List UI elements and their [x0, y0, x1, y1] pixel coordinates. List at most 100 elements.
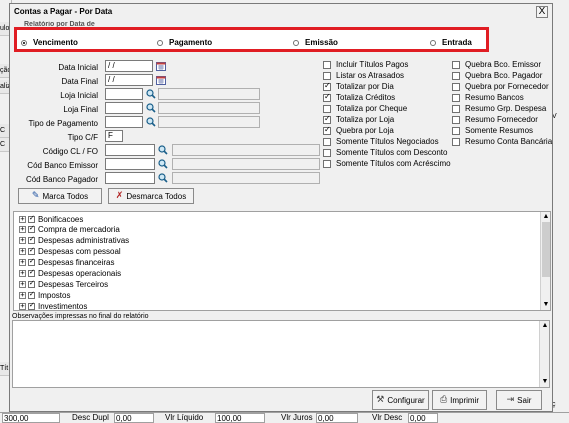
check-somente-com-acrescimo[interactable]: Somente Títulos com Acréscimo: [323, 159, 451, 168]
check-totaliza-por-loja[interactable]: Totaliza por Loja: [323, 114, 394, 124]
checkbox-checked-icon[interactable]: [28, 235, 35, 244]
search-icon[interactable]: [146, 103, 156, 113]
expand-icon[interactable]: +: [19, 302, 26, 310]
radio-label: Emissão: [305, 38, 338, 47]
radio-emissao[interactable]: Emissão: [293, 38, 338, 47]
search-icon[interactable]: [158, 159, 168, 169]
configurar-button[interactable]: ⚒ Configurar: [372, 390, 429, 410]
checkbox-label: Resumo Fornecedor: [465, 115, 538, 124]
scroll-down-icon[interactable]: ▼: [541, 378, 549, 386]
tree-item[interactable]: + Compra de mercadoria: [19, 224, 120, 234]
marca-todos-button[interactable]: ✎ Marca Todos: [18, 188, 102, 204]
search-icon[interactable]: [146, 117, 156, 127]
checkbox-checked-icon[interactable]: [28, 246, 35, 255]
check-totalizar-por-dia[interactable]: Totalizar por Dia: [323, 81, 394, 91]
expand-icon[interactable]: +: [19, 225, 26, 233]
expand-icon[interactable]: +: [19, 280, 26, 288]
close-button[interactable]: X: [536, 6, 548, 18]
tree-item-label: Despesas operacionais: [38, 268, 122, 278]
search-icon[interactable]: [158, 145, 168, 155]
check-somente-negociados[interactable]: Somente Títulos Negociados: [323, 137, 439, 146]
tree-item[interactable]: + Bonificacoes: [19, 214, 83, 224]
tree-item-label: Bonificacoes: [38, 214, 84, 224]
check-pen-icon: ✎: [31, 191, 40, 201]
check-quebra-por-loja[interactable]: Quebra por Loja: [323, 125, 394, 135]
checkbox-checked-icon[interactable]: [28, 224, 35, 233]
data-inicial-field[interactable]: / /: [105, 60, 153, 72]
checkbox-checked-icon[interactable]: [28, 214, 35, 223]
checkbox-checked-icon[interactable]: [28, 301, 35, 310]
loja-inicial-field[interactable]: [105, 88, 143, 100]
search-icon[interactable]: [146, 89, 156, 99]
observations-textarea[interactable]: ▲ ▼: [12, 320, 550, 388]
checkbox-label: Quebra por Loja: [336, 126, 394, 135]
check-listar-atrasados[interactable]: Listar os Atrasados: [323, 71, 404, 80]
tree-item[interactable]: + Despesas com pessoal: [19, 246, 121, 256]
codigo-cl-fo-label: Código CL / FO: [42, 147, 98, 156]
calendar-icon[interactable]: [156, 61, 166, 71]
checkbox-checked-icon: [323, 81, 331, 91]
checkbox-checked-icon[interactable]: [28, 268, 35, 277]
search-icon[interactable]: [158, 173, 168, 183]
imprimir-button[interactable]: ⎙ Imprimir: [432, 390, 487, 410]
tree-item[interactable]: + Impostos: [19, 290, 70, 300]
check-resumo-grp-despesa[interactable]: Resumo Grp. Despesa: [452, 104, 546, 113]
tree-scrollbar[interactable]: ▲ ▼: [540, 212, 550, 310]
tree-item[interactable]: + Investimentos: [19, 301, 87, 310]
cod-banco-pagador-field[interactable]: [105, 172, 155, 184]
check-totaliza-creditos[interactable]: Totaliza Créditos: [323, 92, 395, 102]
vlr-juros-value: 0,00: [316, 413, 358, 423]
scroll-up-icon[interactable]: ▲: [542, 213, 550, 221]
expand-icon[interactable]: +: [19, 291, 26, 299]
sair-button[interactable]: ⇥ Sair: [496, 390, 542, 410]
loja-final-field[interactable]: [105, 102, 143, 114]
scroll-down-icon[interactable]: ▼: [542, 301, 550, 309]
button-label: Sair: [517, 395, 532, 405]
tree-item[interactable]: + Despesas Terceiros: [19, 279, 108, 289]
printer-icon: ⎙: [439, 395, 448, 405]
expand-icon[interactable]: +: [19, 247, 26, 255]
check-somente-resumos[interactable]: Somente Resumos: [452, 126, 533, 135]
bg-right-stub: ç: [552, 401, 556, 408]
check-quebra-por-fornecedor[interactable]: Quebra por Fornecedor: [452, 82, 549, 91]
check-incluir-titulos-pagos[interactable]: Incluir Títulos Pagos: [323, 60, 408, 69]
tree-item[interactable]: + Despesas operacionais: [19, 268, 121, 278]
radio-entrada[interactable]: Entrada: [430, 38, 472, 47]
check-resumo-conta-bancaria[interactable]: Resumo Conta Bancária: [452, 137, 552, 146]
loja-inicial-description: [158, 88, 260, 100]
checkbox-icon: [452, 60, 460, 69]
tipo-pagamento-description: [158, 116, 260, 128]
checkbox-label: Totalizar por Dia: [336, 82, 394, 91]
desmarca-todos-button[interactable]: ✗ Desmarca Todos: [108, 188, 194, 204]
radio-vencimento[interactable]: Vencimento: [21, 38, 78, 47]
expand-icon[interactable]: +: [19, 215, 26, 223]
cod-banco-emissor-field[interactable]: [105, 158, 155, 170]
codigo-cl-fo-field[interactable]: [105, 144, 155, 156]
tree-item[interactable]: + Despesas financeiras: [19, 257, 114, 267]
scroll-up-icon[interactable]: ▲: [541, 322, 549, 330]
check-totaliza-por-cheque[interactable]: Totaliza por Cheque: [323, 104, 407, 113]
calendar-icon[interactable]: [156, 75, 166, 85]
scroll-thumb[interactable]: [542, 222, 550, 277]
observations-scrollbar[interactable]: ▲ ▼: [539, 321, 549, 387]
checkbox-checked-icon[interactable]: [28, 279, 35, 288]
tipo-pagamento-field[interactable]: [105, 116, 143, 128]
check-resumo-bancos[interactable]: Resumo Bancos: [452, 93, 524, 102]
expand-icon[interactable]: +: [19, 236, 26, 244]
tree-item[interactable]: + Despesas administrativas: [19, 235, 129, 245]
check-quebra-bco-pagador[interactable]: Quebra Bco. Pagador: [452, 71, 542, 80]
data-final-field[interactable]: / /: [105, 74, 153, 86]
radio-dot-icon: [157, 39, 163, 46]
check-somente-com-desconto[interactable]: Somente Títulos com Desconto: [323, 148, 447, 157]
expand-icon[interactable]: +: [19, 258, 26, 266]
tipo-cf-field[interactable]: F: [105, 130, 123, 142]
check-quebra-bco-emissor[interactable]: Quebra Bco. Emissor: [452, 60, 541, 69]
check-resumo-fornecedor[interactable]: Resumo Fornecedor: [452, 115, 538, 124]
radio-pagamento[interactable]: Pagamento: [157, 38, 212, 47]
checkbox-checked-icon[interactable]: [28, 257, 35, 266]
tree-item-label: Impostos: [38, 290, 71, 300]
expand-icon[interactable]: +: [19, 269, 26, 277]
expense-group-tree[interactable]: + Bonificacoes + Compra de mercadoria + Des…: [13, 211, 551, 311]
checkbox-checked-icon[interactable]: [28, 290, 35, 299]
desc-dupl-value: 0,00: [114, 413, 154, 423]
